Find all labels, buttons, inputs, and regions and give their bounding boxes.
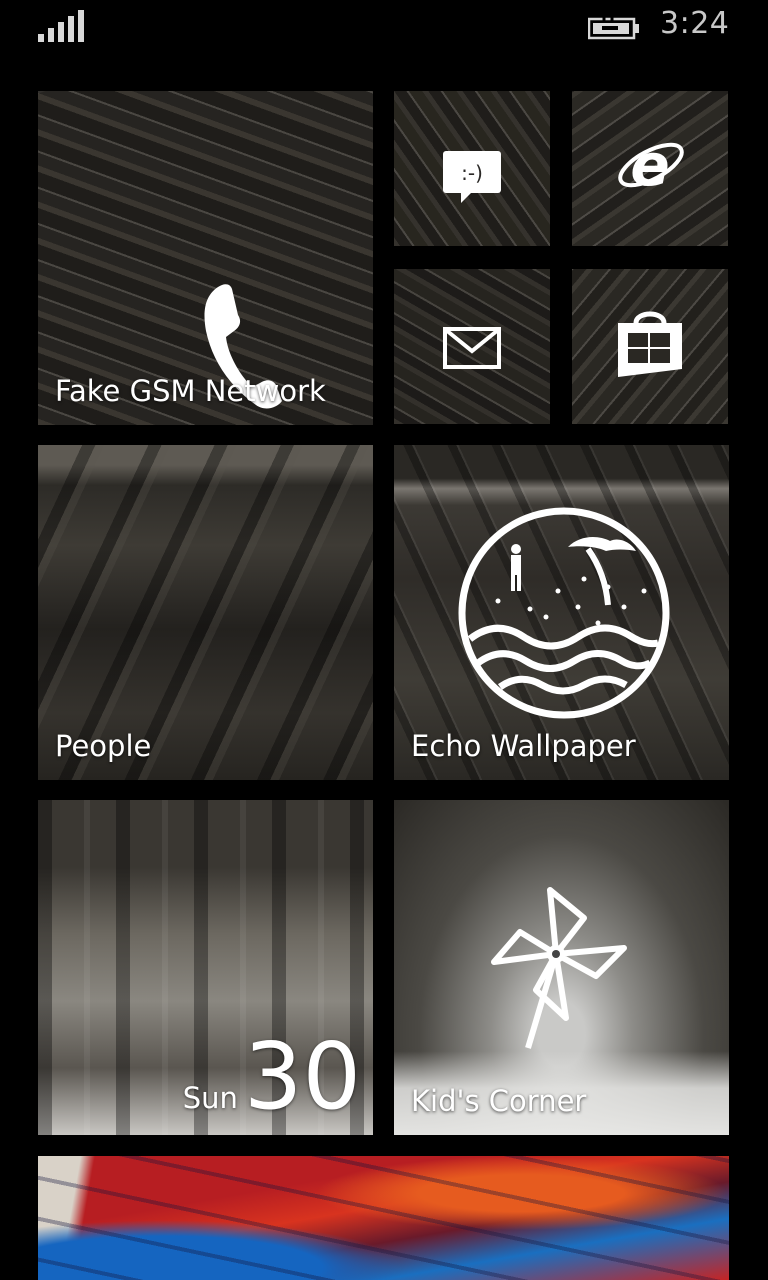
mail-icon [443,327,501,369]
photos-tile[interactable] [38,1156,729,1280]
battery-charging-icon [588,16,639,40]
people-tile[interactable]: People [38,445,373,780]
calendar-date-number: 30 [243,1023,361,1130]
mail-tile[interactable] [394,269,550,424]
status-bar: 3:24 [0,0,768,56]
pinwheel-icon [491,887,627,1049]
kids-corner-tile[interactable]: Kid's Corner [394,800,729,1135]
people-tile-label: People [55,729,152,763]
store-icon [618,311,682,377]
store-tile[interactable] [572,269,728,424]
signal-bars-icon [38,10,88,42]
calendar-date: Sun 30 [183,1031,361,1123]
painting-photo [38,1156,729,1280]
internet-explorer-icon: e [618,135,684,199]
calendar-tile[interactable]: Sun 30 [38,800,373,1135]
internet-explorer-tile[interactable]: e [572,91,728,246]
calendar-day: Sun [182,1081,238,1115]
echo-wallpaper-label: Echo Wallpaper [411,729,636,763]
message-icon: :-) [443,151,501,203]
echo-wallpaper-tile[interactable]: Echo Wallpaper [394,445,729,780]
beach-wallpaper-icon [458,507,670,719]
svg-text::-): :-) [461,161,483,185]
clock: 3:24 [660,6,730,41]
phone-tile[interactable]: Fake GSM Network [38,91,373,425]
kids-corner-label: Kid's Corner [411,1084,587,1118]
svg-text:e: e [630,135,669,199]
phone-tile-label: Fake GSM Network [55,374,326,408]
messaging-tile[interactable]: :-) [394,91,550,246]
